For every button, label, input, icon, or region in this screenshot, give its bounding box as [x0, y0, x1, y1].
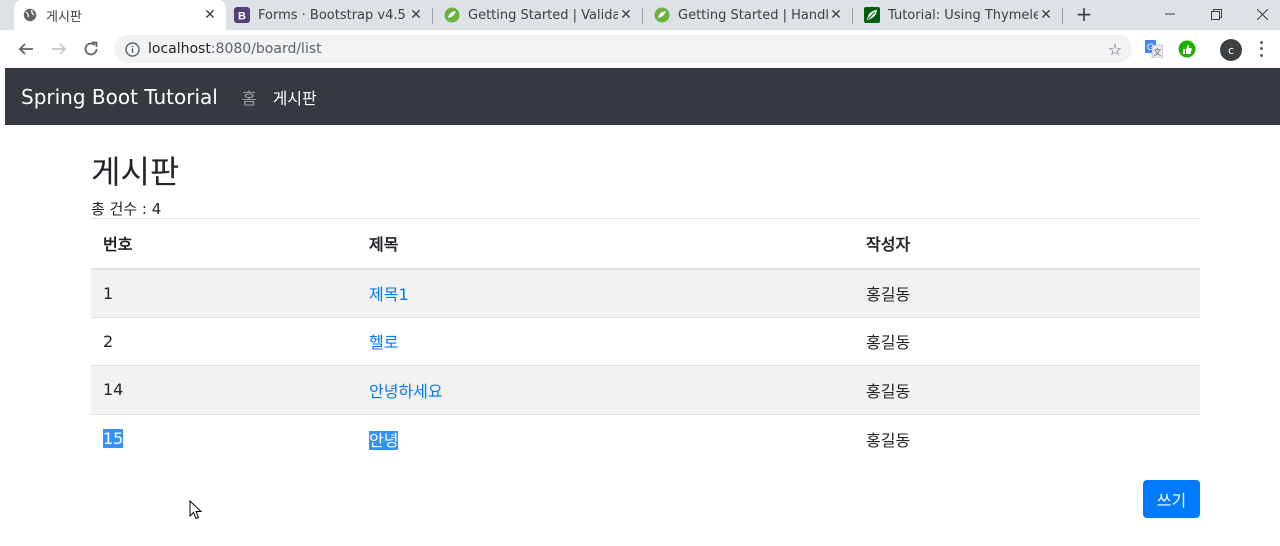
table-row: 14 안녕하세요 홍길동 [91, 365, 1200, 414]
back-arrow-icon[interactable] [16, 39, 36, 59]
row-number: 1 [91, 268, 357, 317]
window-close-icon[interactable] [1252, 4, 1272, 24]
spring-icon [444, 7, 460, 23]
table-header-row: 번호 제목 작성자 [91, 218, 1200, 270]
row-title-link[interactable]: 안녕 [369, 430, 399, 450]
browser-toolbar: localhost:8080/board/list ☆ G文 c [0, 30, 1280, 68]
header-author: 작성자 [854, 218, 1200, 270]
close-icon[interactable]: ✕ [618, 7, 634, 23]
row-title-cell: 제목1 [357, 268, 854, 317]
forward-arrow-icon[interactable] [49, 39, 69, 59]
table-row: 15 안녕 홍길동 [91, 413, 1200, 463]
svg-text:B: B [238, 11, 246, 23]
nav-link-home[interactable]: 홈 [242, 85, 257, 109]
bootstrap-icon: B [234, 7, 250, 23]
new-tab-plus-icon[interactable]: + [1074, 4, 1094, 25]
board-table: 번호 제목 작성자 1 제목1 홍길동 2 헬로 홍길동 14 안녕하세요 홍길… [91, 218, 1200, 463]
total-count-label: 총 건수 : [91, 200, 152, 218]
url-host: localhost [148, 41, 211, 57]
mouse-cursor-icon [189, 500, 203, 520]
tab-separator [642, 8, 643, 24]
table-row: 1 제목1 홍길동 [91, 268, 1200, 317]
row-author: 홍길동 [854, 365, 1200, 414]
tab-title: Getting Started | Handling [678, 7, 828, 23]
total-count: 총 건수 : 4 [91, 198, 161, 219]
browser-tab-thymeleaf[interactable]: Tutorial: Using Thymeleaf ✕ [856, 0, 1062, 30]
browser-tab-validating[interactable]: Getting Started | Validating ✕ [436, 0, 642, 30]
row-number: 2 [91, 316, 357, 366]
nav-link-board[interactable]: 게시판 [273, 85, 317, 109]
reload-icon[interactable] [81, 39, 101, 59]
table-row: 2 헬로 홍길동 [91, 316, 1200, 366]
thymeleaf-icon [864, 7, 880, 23]
navbar-brand[interactable]: Spring Boot Tutorial [21, 85, 218, 109]
header-number: 번호 [91, 218, 357, 270]
header-title: 제목 [357, 218, 854, 270]
total-count-value: 4 [151, 200, 162, 218]
close-icon[interactable]: ✕ [408, 7, 424, 23]
page-viewport: Spring Boot Tutorial 홈 게시판 게시판 총 건수 : 4 … [5, 68, 1280, 546]
browser-tab-strip: 게시판 ✕ B Forms · Bootstrap v4.5 ✕ Getting… [0, 0, 1280, 30]
row-author: 홍길동 [854, 413, 1200, 463]
row-number: 14 [91, 365, 357, 414]
row-title-link[interactable]: 제목1 [369, 285, 409, 304]
url-text: localhost:8080/board/list [148, 41, 322, 57]
svg-text:文: 文 [1154, 47, 1162, 57]
row-title-cell: 헬로 [357, 316, 854, 366]
tab-title: Tutorial: Using Thymeleaf [888, 7, 1038, 23]
row-title-cell: 안녕 [357, 413, 854, 463]
row-number: 15 [103, 429, 124, 448]
row-author: 홍길동 [854, 316, 1200, 366]
profile-avatar[interactable]: c [1220, 39, 1242, 61]
row-title-link[interactable]: 안녕하세요 [369, 382, 443, 401]
tab-separator [432, 8, 433, 24]
globe-icon [22, 7, 38, 23]
row-number-cell: 15 [91, 413, 357, 463]
more-menu-icon[interactable] [1256, 39, 1266, 59]
minimize-icon[interactable] [1160, 4, 1180, 24]
info-icon[interactable] [124, 41, 140, 57]
close-icon[interactable]: ✕ [828, 7, 844, 23]
url-path: :8080/board/list [210, 41, 322, 57]
tab-title: 게시판 [46, 9, 82, 25]
address-bar[interactable]: localhost:8080/board/list ☆ [114, 35, 1132, 63]
row-title-link[interactable]: 헬로 [369, 333, 398, 352]
write-button[interactable]: 쓰기 [1143, 480, 1200, 518]
spring-icon [654, 7, 670, 23]
tab-title: Forms · Bootstrap v4.5 [258, 7, 406, 23]
browser-tab-bootstrap[interactable]: B Forms · Bootstrap v4.5 ✕ [226, 0, 432, 30]
translate-icon[interactable]: G文 [1144, 39, 1164, 59]
tab-separator [852, 8, 853, 24]
browser-tab-handling[interactable]: Getting Started | Handling ✕ [646, 0, 852, 30]
browser-tab-board[interactable]: 게시판 ✕ [14, 0, 226, 30]
close-icon[interactable]: ✕ [1038, 7, 1054, 23]
restore-icon[interactable] [1206, 4, 1226, 24]
row-author: 홍길동 [854, 268, 1200, 317]
tab-title: Getting Started | Validating [468, 7, 618, 23]
tab-separator [1062, 8, 1063, 24]
thumbs-up-extension-icon[interactable] [1177, 39, 1197, 59]
navbar: Spring Boot Tutorial 홈 게시판 [5, 68, 1280, 125]
row-title-cell: 안녕하세요 [357, 365, 854, 414]
page-title: 게시판 [91, 153, 180, 191]
close-icon[interactable]: ✕ [202, 7, 218, 23]
bookmark-star-icon[interactable]: ☆ [1106, 40, 1124, 59]
